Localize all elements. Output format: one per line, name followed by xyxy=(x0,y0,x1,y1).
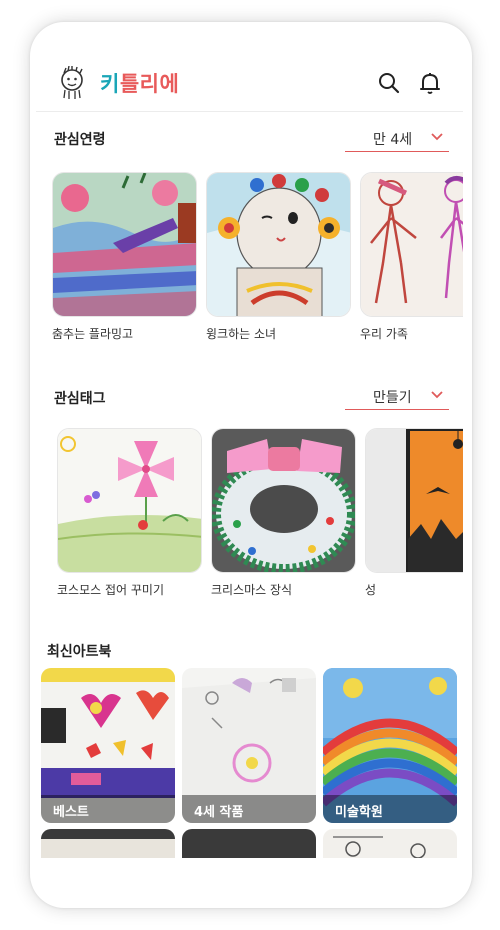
tag-dropdown-value: 만들기 xyxy=(373,390,412,406)
chevron-down-icon xyxy=(431,133,443,141)
artwork-caption: 코스모스 접어 꾸미기 xyxy=(57,583,164,597)
artwork-card[interactable]: 우리 가족 xyxy=(360,172,463,342)
logo-face-icon xyxy=(61,66,83,99)
tag-dropdown[interactable]: 만들기 xyxy=(345,384,449,410)
chevron-down-icon xyxy=(431,391,443,399)
artwork-card[interactable]: 크리스마스 장식 xyxy=(211,428,356,598)
latest-artbook-title: 최신아트북 xyxy=(47,644,112,660)
interest-age-title: 관심연령 xyxy=(54,132,106,148)
artwork-card[interactable]: 코스모스 접어 꾸미기 xyxy=(57,428,202,598)
artwork-caption: 성 xyxy=(365,583,377,597)
bell-icon xyxy=(420,73,440,94)
artwork-thumbnail xyxy=(360,172,463,317)
artbook-card[interactable]: 베스트 xyxy=(41,668,175,823)
artbook-cover xyxy=(323,829,457,858)
artwork-thumbnail xyxy=(365,428,463,573)
search-button[interactable] xyxy=(376,70,402,96)
notification-button[interactable] xyxy=(417,70,443,96)
artwork-card[interactable]: 춤추는 플라밍고 xyxy=(52,172,197,342)
artbook-card-partial[interactable] xyxy=(182,829,316,858)
app-title-part2: 틀리에 xyxy=(119,72,180,96)
artbook-label: 베스트 xyxy=(41,795,175,823)
artwork-caption: 크리스마스 장식 xyxy=(211,583,293,597)
artbook-cover xyxy=(41,829,175,858)
artbook-card[interactable]: 미술학원 xyxy=(323,668,457,823)
artwork-thumbnail xyxy=(211,428,356,573)
app-title-part1: 키 xyxy=(100,72,120,96)
age-dropdown-value: 만 4세 xyxy=(373,132,413,148)
app-title: 키틀리에 xyxy=(100,68,179,98)
artwork-caption: 우리 가족 xyxy=(360,327,408,341)
artbook-cover xyxy=(182,829,316,858)
artbook-card[interactable]: 4세 작품 xyxy=(182,668,316,823)
artbook-label: 4세 작품 xyxy=(182,795,316,823)
artbook-label: 미술학원 xyxy=(323,795,457,823)
artbook-card-partial[interactable] xyxy=(41,829,175,858)
artwork-card[interactable]: 윙크하는 소녀 xyxy=(206,172,351,342)
artwork-caption: 윙크하는 소녀 xyxy=(206,327,277,341)
artwork-thumbnail xyxy=(52,172,197,317)
artwork-caption: 춤추는 플라밍고 xyxy=(52,327,134,341)
app-header: 키틀리에 xyxy=(36,56,463,112)
artwork-card[interactable]: 성 xyxy=(365,428,463,598)
app-screen: 키틀리에 관심연령 만 4세 춤추는 플라밍고 윙크하는 소녀 우리 가족 관심… xyxy=(36,56,463,858)
interest-tag-title: 관심태그 xyxy=(54,391,106,407)
age-dropdown[interactable]: 만 4세 xyxy=(345,126,449,152)
artwork-thumbnail xyxy=(206,172,351,317)
artwork-thumbnail xyxy=(57,428,202,573)
artbook-card-partial[interactable] xyxy=(323,829,457,858)
search-icon xyxy=(379,73,400,94)
